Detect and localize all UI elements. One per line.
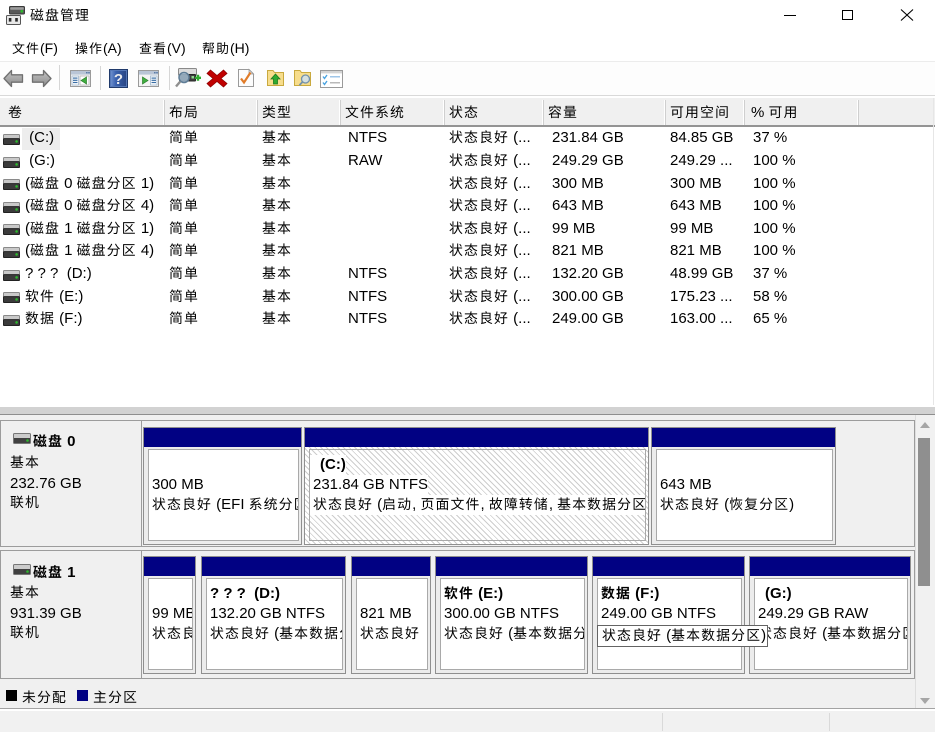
svg-text:?: ? [114,71,123,88]
